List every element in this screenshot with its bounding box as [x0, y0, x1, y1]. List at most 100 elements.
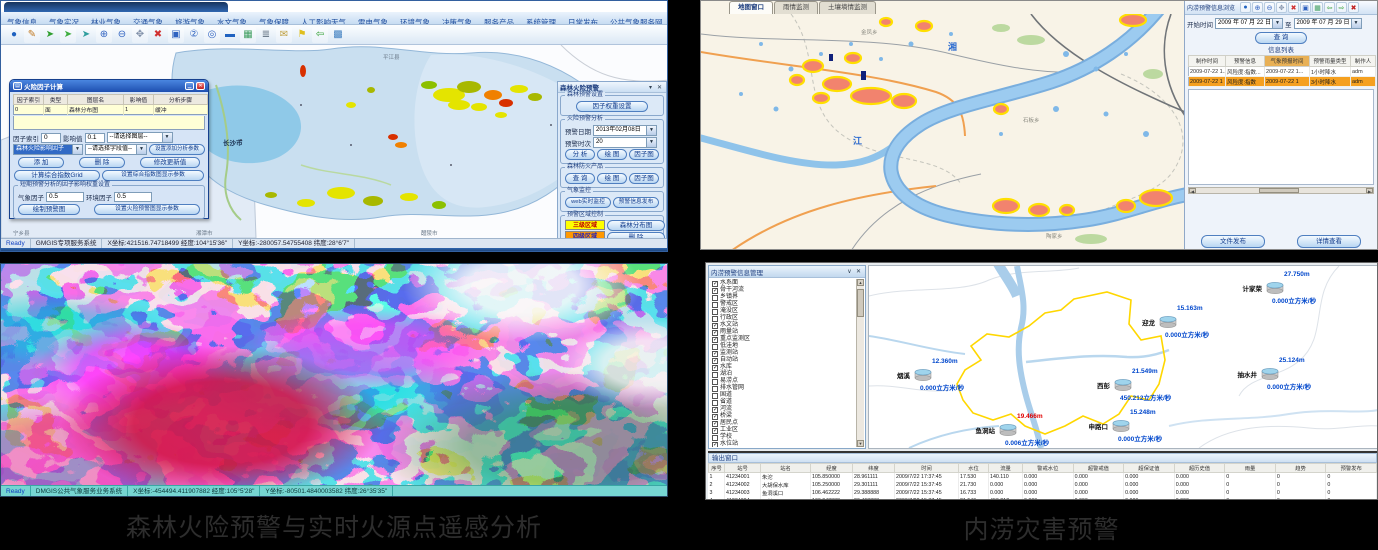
analysis-button[interactable]: 分 析 — [565, 149, 595, 160]
table-row[interactable]: 2009-07-22 1...风险度:指数...2009-07-22 1...1… — [1189, 67, 1376, 77]
collapse-icon[interactable]: ∨ — [845, 268, 854, 275]
factor-select[interactable]: 森林火险影响因子 — [13, 144, 83, 155]
map-tab[interactable]: 土壤墒情监测 — [819, 1, 876, 14]
column-header[interactable]: 超历史值 — [1174, 464, 1225, 473]
layer-select[interactable]: --请选择图层-- — [107, 132, 173, 143]
column-header[interactable]: 时间 — [895, 464, 959, 473]
forward-icon[interactable]: ⇨ — [1336, 2, 1347, 13]
display-param-button[interactable]: 设置综合指数图显示参数 — [102, 170, 204, 181]
layer-item[interactable]: 省道 — [712, 399, 856, 406]
layer-item[interactable]: 重点监测区 — [712, 336, 856, 343]
product-button[interactable]: 查 询 — [565, 173, 595, 184]
full-extent-icon[interactable]: ▣ — [168, 27, 184, 43]
end-date-picker[interactable]: 2009 年 07 月 29 日 — [1294, 18, 1362, 29]
layer-item[interactable]: 自动站 — [712, 357, 856, 364]
impact-field[interactable]: 0.1 — [85, 133, 105, 143]
layer-checkbox[interactable] — [712, 337, 718, 343]
table-row[interactable]: 341234003鱼洞溪口106.46222229.3888882009/7/2… — [709, 489, 1377, 497]
index-field[interactable]: 0 — [41, 133, 61, 143]
layer-item[interactable]: 国道 — [712, 392, 856, 399]
layer-checkbox[interactable] — [712, 428, 718, 434]
back-icon[interactable]: ⇦ — [1324, 2, 1335, 13]
region-button[interactable]: 森林分布图 — [607, 220, 665, 231]
column-header[interactable]: 流量 — [989, 464, 1023, 473]
window-title-strip[interactable] — [4, 2, 228, 12]
start-date-picker[interactable]: 2009 年 07 月 22 日 — [1215, 18, 1283, 29]
print-icon[interactable]: ≣ — [258, 27, 274, 43]
mail-icon[interactable]: ✉ — [276, 27, 292, 43]
scroll-up-icon[interactable]: ▲ — [857, 279, 864, 286]
window-icon[interactable]: ② — [186, 27, 202, 43]
column-header[interactable]: 制作时间 — [1189, 56, 1226, 67]
column-header[interactable]: 经度 — [811, 464, 853, 473]
scalebar-icon[interactable]: ▬ — [222, 27, 238, 43]
layer-item[interactable]: 乡镇界 — [712, 294, 856, 301]
menu-item[interactable]: 环境气象 — [394, 17, 436, 25]
layer-checkbox[interactable] — [712, 295, 718, 301]
close-icon[interactable]: ✕ — [655, 84, 664, 91]
modify-button[interactable]: 修改更新值 — [140, 157, 200, 168]
draw-warning-button[interactable]: 绘制预警图 — [18, 204, 80, 215]
query-button[interactable]: 查 询 — [1255, 32, 1307, 44]
menu-item[interactable]: 气象保障 — [253, 17, 295, 25]
menu-item[interactable]: 服务产品 — [478, 17, 520, 25]
cylinder-gauge-icon[interactable] — [1110, 420, 1132, 432]
layer-checkbox[interactable] — [712, 344, 718, 350]
detail-view-button[interactable]: 详情查看 — [1297, 235, 1361, 248]
close-icon[interactable]: ✕ — [854, 268, 863, 275]
column-header[interactable]: 站名 — [761, 464, 811, 473]
stop-icon[interactable]: ✖ — [1288, 2, 1299, 13]
identify-icon[interactable]: ◎ — [204, 27, 220, 43]
weather-factor-field[interactable]: 0.5 — [46, 192, 84, 202]
table-row[interactable]: 2009-07-22 1风险度:指数2009-07-22 13小时降水adm — [1189, 77, 1376, 87]
product-button[interactable]: 因子图 — [629, 173, 659, 184]
delete-icon[interactable]: ✖ — [150, 27, 166, 43]
layer-item[interactable]: 水文站 — [712, 322, 856, 329]
fly-free-icon[interactable]: ➤ — [78, 27, 94, 43]
layer-item[interactable]: 易涝点 — [712, 378, 856, 385]
product-button[interactable]: 绘 图 — [597, 173, 627, 184]
layer-checkbox[interactable] — [712, 316, 718, 322]
map-tab[interactable]: 地图窗口 — [729, 1, 773, 14]
layer-checkbox[interactable] — [712, 288, 718, 294]
image-export-icon[interactable]: ▦ — [1312, 2, 1323, 13]
column-header[interactable]: 纬度 — [853, 464, 895, 473]
layer-checkbox[interactable] — [712, 414, 718, 420]
column-header[interactable]: 预警发布 — [1326, 464, 1377, 473]
column-header[interactable]: 因子索引 — [14, 95, 44, 105]
zoom-in-icon[interactable]: ⊕ — [96, 27, 112, 43]
column-header[interactable]: 预警雨量类型 — [1310, 56, 1351, 67]
layer-item[interactable]: 淹没区 — [712, 308, 856, 315]
monitor-button[interactable]: 预警信息发布 — [613, 197, 659, 208]
column-header[interactable]: 分析步骤 — [154, 95, 208, 105]
menu-item[interactable]: 林业气象 — [85, 17, 127, 25]
zoom-in-icon[interactable]: ⊕ — [1252, 2, 1263, 13]
layer-checkbox[interactable] — [712, 302, 718, 308]
minimize-icon[interactable]: ▁ — [185, 82, 194, 90]
menu-item[interactable]: 气象信息 — [1, 17, 43, 25]
layer-checkbox[interactable] — [712, 379, 718, 385]
layer-item[interactable]: 桥梁 — [712, 413, 856, 420]
full-extent-icon[interactable]: ▣ — [1300, 2, 1311, 13]
pin-icon[interactable]: ▾ — [646, 84, 655, 91]
factor-table[interactable]: 因子索引类型图层名影响值分析步骤0面森林分布图1缓冲 — [13, 94, 208, 115]
layer-checkbox[interactable] — [712, 330, 718, 336]
table-row[interactable]: 241234002大胡保水库105.25000029.3011112009/7/… — [709, 481, 1377, 489]
layer-item[interactable]: 行政区 — [712, 315, 856, 322]
layer-checkbox[interactable] — [712, 358, 718, 364]
cylinder-gauge-icon[interactable] — [1157, 316, 1179, 328]
cylinder-gauge-icon[interactable] — [997, 424, 1019, 436]
cylinder-gauge-icon[interactable] — [1264, 282, 1286, 294]
factor-weight-button[interactable]: 因子权重设置 — [576, 101, 648, 112]
layer-item[interactable]: 骨干河流 — [712, 287, 856, 294]
map-tab[interactable]: 雨情监测 — [774, 1, 818, 14]
layer-item[interactable]: 水位站 — [712, 441, 856, 447]
globe-icon[interactable]: ● — [6, 27, 22, 43]
zoom-out-icon[interactable]: ⊖ — [1264, 2, 1275, 13]
monitor-button[interactable]: web实时监控 — [565, 197, 611, 208]
fire-risk-map[interactable]: 长沙市平江县宁乡县湘潭市醴陵市 ▤ 火险因子计算 ▁ ✕ 因子索引类型图层名影响… — [1, 45, 668, 238]
back-icon[interactable]: ⇦ — [312, 27, 328, 43]
set-param-button[interactable]: 设置添加分析参数 — [149, 144, 205, 155]
column-header[interactable]: 水位 — [959, 464, 989, 473]
calc-index-button[interactable]: 计算综合指数Grid — [14, 170, 100, 181]
